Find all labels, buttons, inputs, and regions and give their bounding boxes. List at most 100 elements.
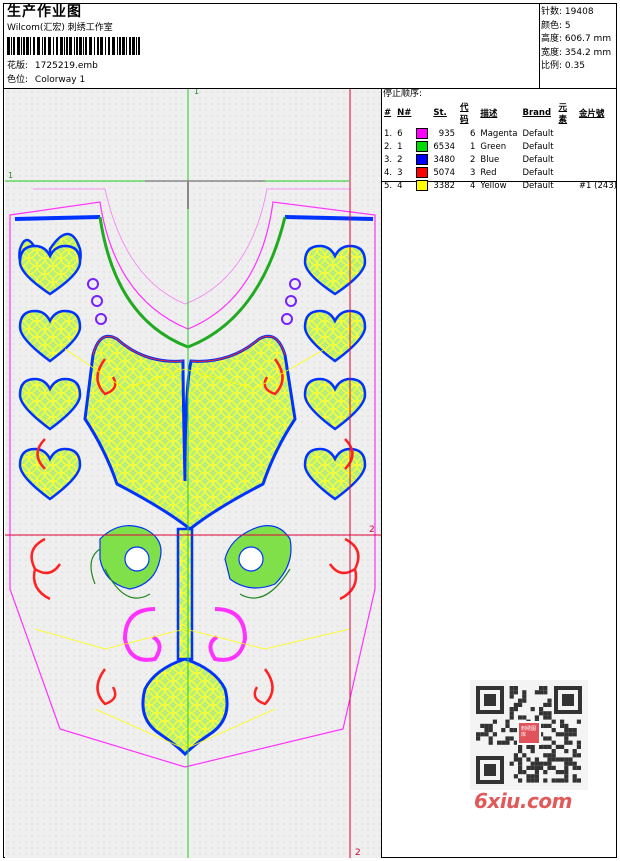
color-swatch	[416, 154, 429, 165]
stat-colors: 颜色: 5	[541, 20, 571, 31]
left-flower	[90, 525, 162, 599]
table-row: 5. 4 3382 4 Yellow Default #1 (243)	[382, 179, 620, 192]
col-sequin: 金片號	[578, 109, 605, 119]
row-swatch	[414, 166, 431, 179]
row-stitches: 3382	[433, 180, 456, 191]
row-description: Yellow	[480, 180, 507, 191]
row-stitches: 3480	[433, 154, 456, 165]
color-swatch	[416, 141, 429, 152]
embroidery-artwork	[5, 89, 381, 858]
top-bands-right	[284, 215, 374, 221]
row-brand: Default	[522, 128, 554, 139]
row-needle: 1	[397, 141, 403, 152]
colorway-label-text: 色位:	[7, 75, 29, 85]
row-needle: 6	[397, 128, 403, 139]
guide-label-bottom: 2	[355, 848, 361, 858]
row-description: Blue	[480, 154, 500, 165]
row-element	[557, 140, 577, 153]
row-needle: 2	[397, 154, 403, 165]
row-sequin	[577, 127, 620, 140]
lower-medallion	[141, 657, 229, 757]
row-brand: Default	[522, 180, 554, 191]
right-heart-column	[303, 244, 367, 501]
sequence-title: 停止顺序:	[383, 89, 423, 99]
top-bands-left	[14, 215, 101, 221]
row-sequin	[577, 153, 620, 166]
guide-label-right: 2	[369, 525, 375, 535]
design-label: 花版: 1725219.emb	[7, 62, 98, 71]
colorway-value: Colorway 1	[34, 75, 86, 85]
row-swatch	[414, 140, 431, 153]
qr-badge-text: 刺绣图库	[521, 726, 537, 738]
right-swirl	[208, 607, 248, 662]
color-swatch	[416, 167, 429, 178]
row-index: 2.	[384, 141, 393, 152]
col-stitches: St.	[433, 108, 447, 118]
col-needle: N#	[397, 108, 412, 118]
color-swatch	[416, 128, 429, 139]
row-element	[557, 127, 577, 140]
barcode	[7, 37, 140, 55]
stop-sequence-table: # N# St. 代码 描述 Brand 元素 金片號 1. 6 935 6 Magen…	[382, 101, 620, 192]
row-index: 3.	[384, 154, 393, 165]
header-divider-vertical	[539, 3, 540, 89]
design-label-text: 花版:	[7, 61, 29, 71]
color-swatch	[416, 180, 429, 191]
row-code: 2	[469, 154, 476, 165]
stat-width: 宽度: 354.2 mm	[541, 47, 612, 58]
row-needle: 4	[397, 180, 403, 191]
stat-scale: 比例: 0.35	[541, 61, 585, 71]
colorway-label: 色位: Colorway 1	[7, 76, 85, 85]
left-heart-column	[18, 232, 82, 501]
row-element	[557, 153, 577, 166]
stat-height: 高度: 606.7 mm	[541, 34, 612, 44]
design-file: 1725219.emb	[34, 61, 98, 71]
col-element: 元素	[558, 103, 568, 125]
row-description: Green	[480, 141, 507, 152]
row-brand: Default	[522, 141, 554, 152]
row-needle: 3	[397, 167, 403, 178]
row-index: 5.	[384, 180, 393, 191]
design-canvas: 1 1 2 2	[5, 89, 381, 858]
row-code: 4	[469, 180, 476, 191]
row-code: 3	[469, 167, 476, 178]
row-brand: Default	[522, 154, 554, 165]
stat-stitches: 针数: 19408	[541, 7, 594, 17]
row-sequin: #1 (243)	[578, 180, 617, 191]
page-title: 生产作业图	[7, 4, 82, 20]
row-index: 4.	[384, 167, 393, 178]
center-stem	[176, 527, 194, 661]
watermark-text: 6xiu.com	[474, 789, 572, 813]
row-brand: Default	[522, 167, 554, 178]
row-stitches: 6534	[433, 141, 456, 152]
stats-block: 针数: 19408 颜色: 5 高度: 606.7 mm 宽度: 354.2 m…	[541, 6, 611, 74]
row-swatch	[414, 179, 431, 192]
row-swatch	[414, 153, 431, 166]
row-stitches: 5074	[433, 167, 456, 178]
company-name: Wilcom(汇宏) 刺绣工作室	[7, 23, 113, 33]
row-description: Magenta	[480, 128, 518, 139]
row-swatch	[414, 127, 431, 140]
left-swirl	[122, 607, 162, 662]
row-sequin	[577, 166, 620, 179]
row-description: Red	[480, 167, 497, 178]
row-code: 6	[469, 128, 476, 139]
row-stitches: 935	[438, 128, 456, 139]
table-row: 3. 2 3480 2 Blue Default	[382, 153, 620, 166]
guide-label-top: 1	[194, 89, 200, 96]
col-code: 代码	[460, 103, 469, 125]
row-element	[557, 179, 577, 192]
row-element	[557, 166, 577, 179]
col-swatch	[414, 101, 431, 127]
panel-divider	[381, 88, 382, 858]
table-row: 1. 6 935 6 Magenta Default	[382, 127, 620, 140]
row-code: 1	[469, 141, 476, 152]
row-sequin	[577, 140, 620, 153]
row-index: 1.	[384, 128, 393, 139]
col-index: #	[384, 108, 392, 118]
col-description: 描述	[480, 109, 498, 119]
table-row: 4. 3 5074 3 Red Default	[382, 166, 620, 179]
main-body-fill	[83, 334, 297, 531]
table-row: 2. 1 6534 1 Green Default	[382, 140, 620, 153]
col-brand: Brand	[522, 108, 552, 118]
